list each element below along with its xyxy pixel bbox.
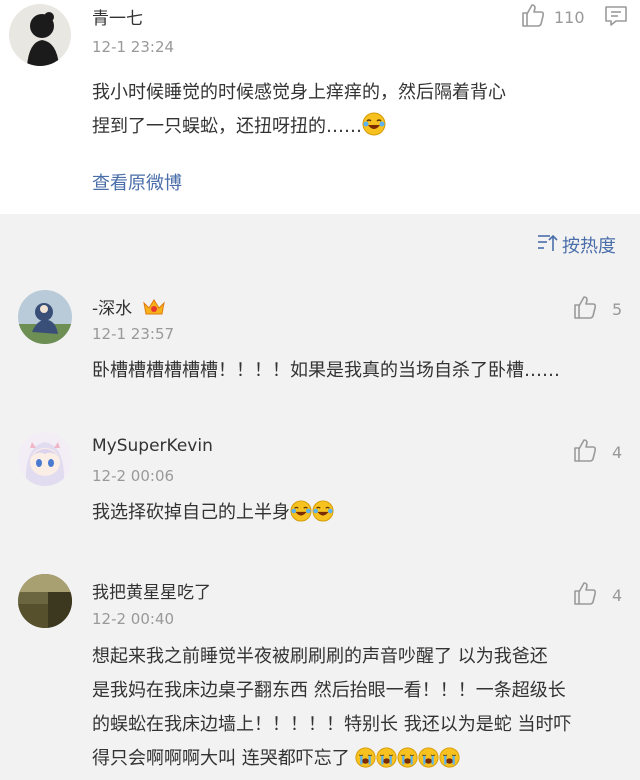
crying-emoji <box>376 746 398 780</box>
like-button[interactable]: 5 <box>572 294 622 324</box>
like-count: 4 <box>612 442 623 462</box>
like-button[interactable]: 4 <box>572 580 622 610</box>
avatar[interactable] <box>18 290 72 344</box>
crying-emoji <box>355 746 377 780</box>
laugh-cry-emoji <box>362 112 386 148</box>
thumbs-up-icon <box>572 580 598 610</box>
like-button[interactable]: 110 <box>520 2 585 32</box>
like-count: 110 <box>554 7 585 27</box>
sort-icon <box>536 233 558 258</box>
thumbs-up-icon <box>520 2 546 32</box>
comment-text-line: 想起来我之前睡觉半夜被刷刷刷的声音吵醒了 以为我爸还 <box>92 646 548 667</box>
thumbs-up-icon <box>572 294 598 324</box>
comment-text: 我小时候睡觉的时候感觉身上痒痒的，然后隔着背心 捏到了一只蜈蚣，还扭呀扭的…… <box>92 76 632 148</box>
thumbs-up-icon <box>572 437 598 467</box>
crying-emoji-group <box>350 747 461 769</box>
comment-text-line: 我小时候睡觉的时候感觉身上痒痒的，然后隔着背心 <box>92 82 506 103</box>
comment-time: 12-1 23:24 <box>92 38 175 56</box>
sort-by-heat-button[interactable]: 按热度 <box>536 232 616 258</box>
comment-text: 卧槽槽槽槽槽槽！！！！如果是我真的当场自杀了卧槽…… <box>92 360 560 381</box>
username[interactable]: MySuperKevin <box>92 436 213 456</box>
comment-text-line: 得只会啊啊啊大叫 连哭都吓忘了 <box>92 742 632 780</box>
comment-time: 12-1 23:57 <box>92 325 175 343</box>
avatar[interactable] <box>18 432 72 486</box>
avatar[interactable] <box>18 574 72 628</box>
laugh-cry-emoji <box>312 500 334 534</box>
sort-label: 按热度 <box>562 236 616 257</box>
comment-text: 我选择砍掉自己的上半身 <box>92 496 632 534</box>
crying-emoji <box>418 746 440 780</box>
comment-text-line: 捏到了一只蜈蚣，还扭呀扭的…… <box>92 110 632 148</box>
crown-badge-icon <box>142 297 166 322</box>
comment-text: 想起来我之前睡觉半夜被刷刷刷的声音吵醒了 以为我爸还 是我妈在我床边桌子翻东西 … <box>92 640 632 780</box>
comment-time: 12-2 00:40 <box>92 610 175 628</box>
comment-icon[interactable] <box>604 4 628 32</box>
username[interactable]: -深水 <box>92 294 166 322</box>
view-original-weibo-link[interactable]: 查看原微博 <box>92 169 182 195</box>
original-comment-card: 青一七 12-1 23:24 110 我小时候睡觉的时候感觉身上痒痒的，然后隔着… <box>0 0 640 214</box>
crying-emoji <box>397 746 419 780</box>
like-count: 4 <box>612 585 623 605</box>
like-button[interactable]: 4 <box>572 437 622 467</box>
avatar[interactable] <box>9 4 71 66</box>
comment-time: 12-2 00:06 <box>92 467 175 485</box>
username[interactable]: 我把黄星星吃了 <box>92 578 211 603</box>
crying-emoji <box>439 746 461 780</box>
comment-text-line: 的蜈蚣在我床边墙上！！！！！特别长 我还以为是蛇 当时吓 <box>92 714 572 735</box>
comment-text-line: 是我妈在我床边桌子翻东西 然后抬眼一看！！！一条超级长 <box>92 680 566 701</box>
laugh-cry-emoji <box>290 500 312 534</box>
like-count: 5 <box>612 299 623 319</box>
username[interactable]: 青一七 <box>92 4 143 29</box>
